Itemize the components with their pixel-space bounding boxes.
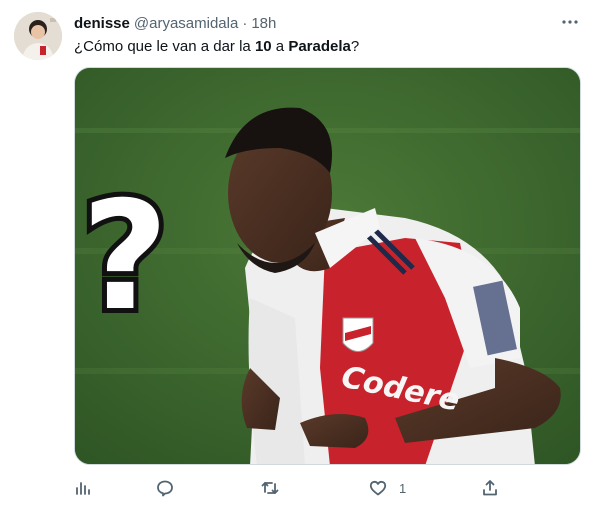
tweet-header: denisse @aryasamidala · 18h bbox=[74, 13, 276, 33]
separator-dot: · bbox=[242, 14, 248, 32]
views-button[interactable] bbox=[74, 476, 92, 500]
tweet-actions: 1 bbox=[74, 476, 514, 500]
tweet[interactable]: denisse @aryasamidala · 18h ¿Cómo que le… bbox=[0, 0, 595, 513]
tweet-media-image[interactable]: ? Codere bbox=[74, 67, 581, 465]
retweet-button[interactable] bbox=[261, 476, 279, 500]
display-name[interactable]: denisse bbox=[74, 15, 130, 32]
avatar[interactable] bbox=[14, 12, 62, 60]
tweet-text-part: a bbox=[271, 38, 289, 55]
tweet-text-bold-name: Paradela bbox=[288, 38, 351, 55]
share-button[interactable] bbox=[481, 476, 499, 500]
tweet-text: ¿Cómo que le van a dar la 10 a Paradela? bbox=[74, 37, 359, 57]
user-handle[interactable]: @aryasamidala bbox=[134, 15, 238, 32]
like-button[interactable]: 1 bbox=[369, 476, 406, 500]
views-icon bbox=[76, 482, 90, 495]
heart-icon bbox=[369, 480, 387, 496]
tweet-text-bold-number: 10 bbox=[254, 38, 272, 55]
question-mark: ? bbox=[81, 170, 168, 344]
like-count: 1 bbox=[399, 480, 407, 496]
reply-button[interactable] bbox=[156, 476, 174, 500]
timestamp[interactable]: 18h bbox=[251, 15, 276, 32]
more-options-icon[interactable] bbox=[558, 12, 582, 32]
reply-icon bbox=[157, 480, 173, 497]
share-icon bbox=[483, 480, 497, 496]
tweet-text-part: ¿Cómo que le van a dar la bbox=[74, 38, 255, 55]
retweet-icon bbox=[261, 482, 279, 494]
tweet-text-part: ? bbox=[350, 38, 360, 55]
